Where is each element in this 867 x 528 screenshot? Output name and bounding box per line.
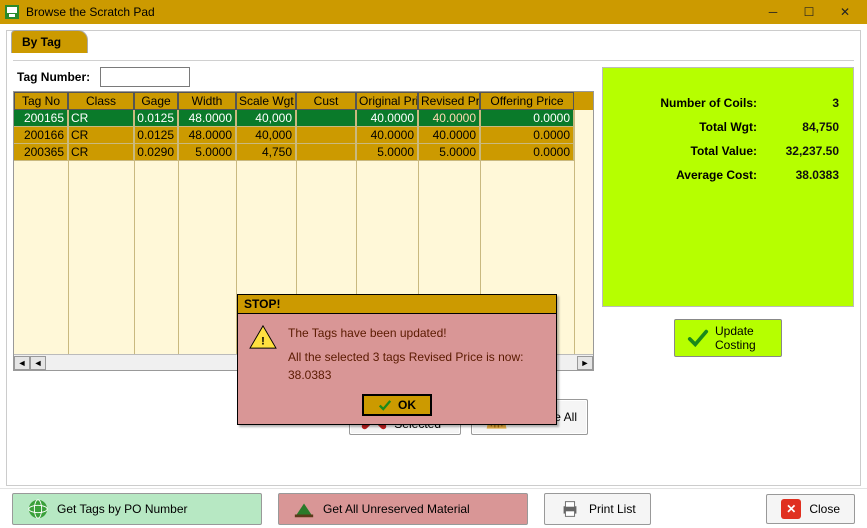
get-tags-po-label: Get Tags by PO Number: [57, 502, 188, 516]
scroll-left2-icon[interactable]: ◄: [30, 356, 46, 370]
avgcost-label: Average Cost:: [617, 168, 769, 182]
stop-dialog: STOP! ! The Tags have been updated! All …: [237, 294, 557, 425]
check-icon: [687, 327, 709, 349]
dialog-text: The Tags have been updated! All the sele…: [288, 324, 546, 384]
cell: CR: [68, 110, 134, 127]
grid-header: Tag No Class Gage Width Scale Wgt Cust O…: [14, 92, 593, 110]
tab-strip: By Tag: [13, 37, 854, 61]
print-list-button[interactable]: Print List: [544, 493, 651, 525]
cell: 5.0000: [178, 144, 236, 161]
col-revprice[interactable]: Revised Pri: [418, 92, 480, 110]
main-panel: By Tag Tag Number: Tag No Class Gage Wid…: [6, 30, 861, 486]
close-label: Close: [809, 502, 840, 516]
cell: CR: [68, 127, 134, 144]
col-cust[interactable]: Cust: [296, 92, 356, 110]
summary-panel: Number of Coils:3 Total Wgt:84,750 Total…: [602, 67, 854, 307]
table-row[interactable]: 200166 CR 0.0125 48.0000 40,000 40.0000 …: [14, 127, 593, 144]
globe-icon: [27, 498, 49, 520]
close-icon: ✕: [781, 499, 801, 519]
printer-icon: [559, 498, 581, 520]
coils-value: 3: [769, 96, 839, 110]
update-costing-label: Update Costing: [715, 324, 769, 352]
table-row[interactable]: 200365 CR 0.0290 5.0000 4,750 5.0000 5.0…: [14, 144, 593, 161]
col-gage[interactable]: Gage: [134, 92, 178, 110]
get-tags-by-po-button[interactable]: Get Tags by PO Number: [12, 493, 262, 525]
tab-by-tag[interactable]: By Tag: [11, 30, 88, 53]
right-column: Number of Coils:3 Total Wgt:84,750 Total…: [602, 67, 854, 447]
dialog-ok-button[interactable]: OK: [362, 394, 432, 416]
col-tagno[interactable]: Tag No: [14, 92, 68, 110]
cell: 200365: [14, 144, 68, 161]
cell: 40.0000: [418, 127, 480, 144]
cell: 0.0000: [480, 110, 574, 127]
minimize-button[interactable]: ─: [755, 2, 791, 22]
check-icon: [378, 398, 392, 412]
cell: 48.0000: [178, 127, 236, 144]
titlebar: Browse the Scratch Pad ─ ☐ ✕: [0, 0, 867, 24]
dialog-title: STOP!: [238, 295, 556, 314]
cell: 200165: [14, 110, 68, 127]
scroll-left-icon[interactable]: ◄: [14, 356, 30, 370]
cell: 40.0000: [356, 127, 418, 144]
cell: 5.0000: [356, 144, 418, 161]
update-costing-button[interactable]: Update Costing: [674, 319, 782, 357]
cell: 40.0000: [418, 110, 480, 127]
cell: 40,000: [236, 110, 296, 127]
col-origprice[interactable]: Original Pri: [356, 92, 418, 110]
ok-label: OK: [398, 398, 416, 412]
col-scalewgt[interactable]: Scale Wgt: [236, 92, 296, 110]
totalvalue-label: Total Value:: [617, 144, 769, 158]
totalwgt-value: 84,750: [769, 120, 839, 134]
cell: [296, 144, 356, 161]
bottom-bar: Get Tags by PO Number Get All Unreserved…: [0, 488, 867, 528]
dialog-line1: The Tags have been updated!: [288, 324, 546, 342]
cell: 0.0000: [480, 127, 574, 144]
col-offerprice[interactable]: Offering Price: [480, 92, 574, 110]
scroll-right-icon[interactable]: ►: [577, 356, 593, 370]
cell: 0.0125: [134, 110, 178, 127]
window-title: Browse the Scratch Pad: [26, 5, 755, 19]
table-row[interactable]: 200165 CR 0.0125 48.0000 40,000 40.0000 …: [14, 110, 593, 127]
cell: 200166: [14, 127, 68, 144]
cell: 4,750: [236, 144, 296, 161]
cell: [296, 110, 356, 127]
print-list-label: Print List: [589, 502, 636, 516]
cell: 5.0000: [418, 144, 480, 161]
totalwgt-label: Total Wgt:: [617, 120, 769, 134]
get-unreserved-button[interactable]: Get All Unreserved Material: [278, 493, 528, 525]
warning-icon: !: [248, 324, 278, 350]
col-class[interactable]: Class: [68, 92, 134, 110]
cell: 0.0000: [480, 144, 574, 161]
close-button[interactable]: ✕ Close: [766, 494, 855, 524]
svg-text:!: !: [261, 335, 265, 347]
cell: 0.0125: [134, 127, 178, 144]
cell: 40,000: [236, 127, 296, 144]
tag-number-input[interactable]: [100, 67, 190, 87]
tag-number-label: Tag Number:: [13, 68, 94, 86]
dialog-line2: All the selected 3 tags Revised Price is…: [288, 348, 546, 384]
cell: 40.0000: [356, 110, 418, 127]
maximize-button[interactable]: ☐: [791, 2, 827, 22]
col-width[interactable]: Width: [178, 92, 236, 110]
cell: 48.0000: [178, 110, 236, 127]
cell: CR: [68, 144, 134, 161]
get-unreserved-label: Get All Unreserved Material: [323, 502, 470, 516]
totalvalue-value: 32,237.50: [769, 144, 839, 158]
material-icon: [293, 498, 315, 520]
cell: [296, 127, 356, 144]
app-icon: [4, 4, 20, 20]
close-window-button[interactable]: ✕: [827, 2, 863, 22]
avgcost-value: 38.0383: [769, 168, 839, 182]
cell: 0.0290: [134, 144, 178, 161]
coils-label: Number of Coils:: [617, 96, 769, 110]
